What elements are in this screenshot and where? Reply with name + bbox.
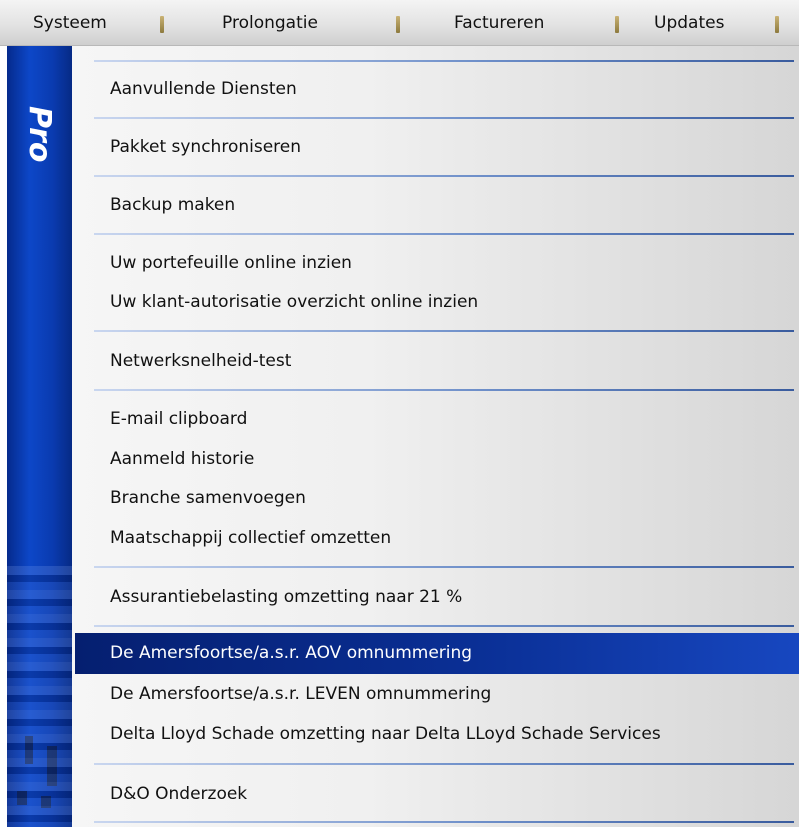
menu-divider bbox=[94, 763, 794, 765]
systeem-dropdown-menu bbox=[7, 46, 799, 827]
menu-item-aanmeld-historie[interactable]: Aanmeld historie bbox=[110, 449, 254, 469]
banner-decoration bbox=[41, 796, 51, 808]
banner-decoration bbox=[17, 791, 27, 805]
menu-prolongatie[interactable]: Prolongatie bbox=[222, 0, 318, 46]
menu-item-assurantiebelasting[interactable]: Assurantiebelasting omzetting naar 21 % bbox=[110, 587, 462, 607]
menu-item-amersfoortse-aov[interactable]: De Amersfoortse/a.s.r. AOV omnummering bbox=[110, 643, 472, 663]
menu-divider bbox=[94, 389, 794, 391]
menu-separator bbox=[396, 16, 400, 33]
banner-decoration bbox=[47, 746, 57, 786]
menu-separator bbox=[160, 16, 164, 33]
menu-updates[interactable]: Updates bbox=[654, 0, 724, 46]
banner-decoration bbox=[25, 736, 33, 764]
menu-divider bbox=[94, 821, 794, 823]
menu-divider bbox=[94, 566, 794, 568]
menu-divider bbox=[94, 117, 794, 119]
menu-item-netwerksnelheid-test[interactable]: Netwerksnelheid-test bbox=[110, 351, 291, 371]
menu-bar: Systeem Prolongatie Factureren Updates bbox=[0, 0, 799, 46]
menu-factureren[interactable]: Factureren bbox=[454, 0, 544, 46]
menu-item-aanvullende-diensten[interactable]: Aanvullende Diensten bbox=[110, 79, 297, 99]
menu-item-email-clipboard[interactable]: E-mail clipboard bbox=[110, 409, 247, 429]
pro-logo: Pro bbox=[22, 106, 57, 163]
menu-item-maatschappij-collectief[interactable]: Maatschappij collectief omzetten bbox=[110, 528, 391, 548]
menu-divider bbox=[94, 175, 794, 177]
menu-item-backup-maken[interactable]: Backup maken bbox=[110, 195, 235, 215]
menu-item-pakket-synchroniseren[interactable]: Pakket synchroniseren bbox=[110, 137, 301, 157]
menu-item-dno-onderzoek[interactable]: D&O Onderzoek bbox=[110, 784, 247, 804]
menu-divider bbox=[94, 330, 794, 332]
pro-sidebar-banner: Pro bbox=[7, 46, 72, 827]
menu-systeem[interactable]: Systeem bbox=[33, 0, 107, 46]
menu-item-klant-autorisatie-online[interactable]: Uw klant-autorisatie overzicht online in… bbox=[110, 292, 478, 312]
menu-item-delta-lloyd-omzetting[interactable]: Delta Lloyd Schade omzetting naar Delta … bbox=[110, 724, 661, 744]
menu-divider bbox=[94, 60, 794, 62]
menu-item-portefeuille-online[interactable]: Uw portefeuille online inzien bbox=[110, 253, 352, 273]
menu-item-branche-samenvoegen[interactable]: Branche samenvoegen bbox=[110, 488, 306, 508]
menu-separator bbox=[775, 16, 779, 33]
menu-separator bbox=[615, 16, 619, 33]
menu-divider bbox=[94, 625, 794, 627]
menu-divider bbox=[94, 233, 794, 235]
menu-item-highlighted[interactable]: De Amersfoortse/a.s.r. AOV omnummering bbox=[75, 633, 799, 674]
menu-item-amersfoortse-leven[interactable]: De Amersfoortse/a.s.r. LEVEN omnummering bbox=[110, 684, 491, 704]
